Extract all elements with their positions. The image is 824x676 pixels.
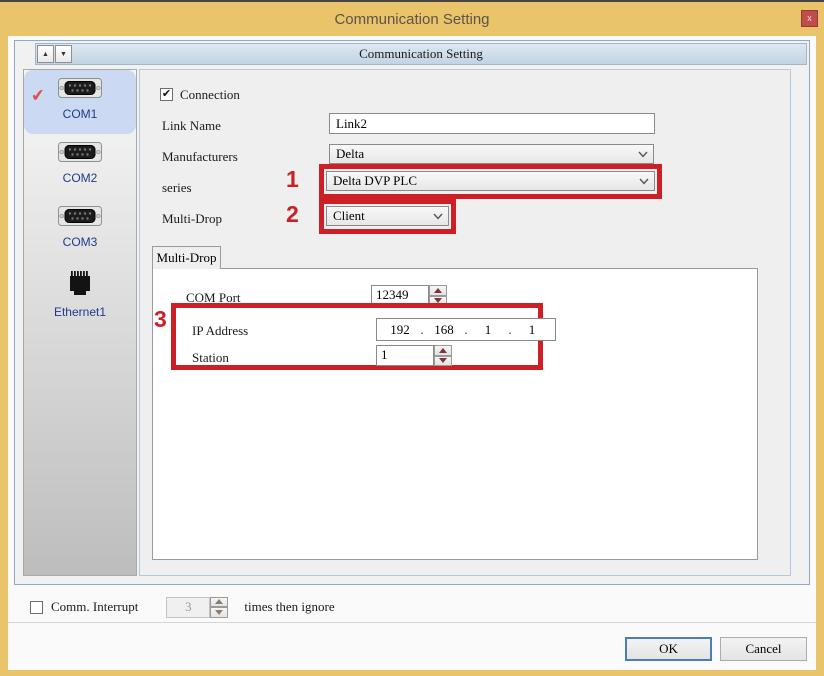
dialog-body: ▲ ▼ Communication Setting ✔ COM1 bbox=[8, 36, 816, 670]
station-value[interactable]: 1 bbox=[376, 345, 434, 366]
station-spin-up[interactable] bbox=[434, 345, 452, 356]
comm-interrupt-row: Comm. Interrupt 3 times then ignore bbox=[30, 594, 335, 620]
chevron-down-icon bbox=[433, 213, 443, 220]
multi-drop-tab-panel: COM Port 12349 3 IP Address 192 bbox=[152, 268, 758, 560]
ethernet-icon bbox=[65, 268, 95, 298]
multi-drop-value: Client bbox=[333, 208, 365, 224]
multi-drop-label: Multi-Drop bbox=[162, 211, 222, 227]
group-header-title: Communication Setting bbox=[36, 46, 806, 62]
series-label: series bbox=[162, 180, 192, 196]
sidebar-item-label: COM2 bbox=[24, 171, 136, 185]
multi-drop-select[interactable]: Client bbox=[326, 206, 449, 226]
annotation-step-3: 3 bbox=[154, 306, 167, 333]
station-label: Station bbox=[192, 350, 229, 366]
titlebar[interactable]: Communication Setting x bbox=[0, 2, 824, 36]
series-select[interactable]: Delta DVP PLC bbox=[326, 171, 655, 191]
serial-port-icon bbox=[57, 204, 103, 228]
chevron-down-icon bbox=[639, 178, 649, 185]
retry-spin-down[interactable] bbox=[210, 607, 228, 618]
comm-interrupt-checkbox[interactable] bbox=[30, 601, 43, 614]
spinner-up-icon bbox=[434, 288, 442, 293]
ip-octet-2[interactable]: 168 bbox=[427, 322, 461, 338]
sidebar-item-label: COM3 bbox=[24, 235, 136, 249]
station-spin-down[interactable] bbox=[434, 356, 452, 367]
connection-label: Connection bbox=[180, 87, 240, 103]
manufacturers-select[interactable]: Delta bbox=[329, 144, 654, 164]
tab-multi-drop[interactable]: Multi-Drop bbox=[152, 246, 221, 269]
ip-separator: . bbox=[417, 322, 427, 338]
spinner-down-icon bbox=[215, 610, 223, 615]
connection-group-panel: ▲ ▼ Communication Setting ✔ COM1 bbox=[14, 40, 810, 585]
serial-port-icon bbox=[57, 140, 103, 164]
group-header: ▲ ▼ Communication Setting bbox=[35, 43, 807, 65]
annotation-box-2: Client bbox=[319, 199, 456, 234]
comm-interrupt-label: Comm. Interrupt bbox=[51, 599, 138, 615]
annotation-box-3: 3 IP Address 192 . 168 . 1 . 1 Station bbox=[171, 303, 543, 370]
spinner-up-icon bbox=[215, 599, 223, 604]
ip-address-input[interactable]: 192 . 168 . 1 . 1 bbox=[376, 318, 556, 341]
footer-divider bbox=[8, 622, 816, 623]
close-icon[interactable]: x bbox=[801, 10, 818, 27]
serial-port-icon bbox=[57, 76, 103, 100]
retry-spin-up[interactable] bbox=[210, 597, 228, 608]
ip-separator: . bbox=[505, 322, 515, 338]
sidebar-item-com1[interactable]: ✔ COM1 bbox=[24, 70, 136, 134]
station-spinner[interactable]: 1 bbox=[376, 345, 452, 366]
port-sidebar: ✔ COM1 bbox=[23, 69, 137, 576]
com-port-spin-up[interactable] bbox=[429, 285, 447, 296]
link-name-input[interactable]: Link2 bbox=[329, 113, 655, 134]
retry-count-spinner[interactable]: 3 bbox=[166, 597, 228, 618]
ip-octet-1[interactable]: 192 bbox=[383, 322, 417, 338]
annotation-step-1: 1 bbox=[286, 166, 299, 193]
manufacturers-value: Delta bbox=[336, 146, 364, 162]
chevron-down-icon bbox=[638, 151, 648, 158]
connection-checkbox[interactable]: ✔ bbox=[160, 88, 173, 101]
sidebar-item-com2[interactable]: COM2 bbox=[24, 134, 136, 198]
annotation-step-2: 2 bbox=[286, 201, 299, 228]
ip-address-label: IP Address bbox=[192, 323, 248, 339]
series-value: Delta DVP PLC bbox=[333, 173, 417, 189]
connection-form: ✔ Connection Link Name Link2 Manufacture… bbox=[139, 69, 791, 576]
ip-separator: . bbox=[461, 322, 471, 338]
sidebar-item-label: COM1 bbox=[24, 107, 136, 121]
spinner-down-icon bbox=[439, 358, 447, 363]
checkmark-icon: ✔ bbox=[30, 85, 46, 106]
manufacturers-label: Manufacturers bbox=[162, 149, 238, 165]
retry-suffix-label: times then ignore bbox=[244, 599, 334, 615]
sidebar-item-label: Ethernet1 bbox=[24, 305, 136, 319]
communication-setting-dialog: Communication Setting x ▲ ▼ Communicatio… bbox=[0, 0, 824, 676]
retry-count-value[interactable]: 3 bbox=[166, 597, 210, 618]
window-title: Communication Setting bbox=[334, 11, 489, 28]
ip-octet-4[interactable]: 1 bbox=[515, 322, 549, 338]
check-icon: ✔ bbox=[162, 88, 171, 100]
cancel-button[interactable]: Cancel bbox=[720, 637, 807, 661]
sidebar-item-com3[interactable]: COM3 bbox=[24, 198, 136, 262]
link-name-label: Link Name bbox=[162, 118, 221, 134]
tab-label: Multi-Drop bbox=[157, 250, 217, 265]
annotation-box-1: Delta DVP PLC bbox=[319, 164, 662, 199]
ok-button[interactable]: OK bbox=[625, 637, 712, 661]
ip-octet-3[interactable]: 1 bbox=[471, 322, 505, 338]
spinner-up-icon bbox=[439, 348, 447, 353]
sidebar-item-ethernet1[interactable]: Ethernet1 bbox=[24, 262, 136, 326]
